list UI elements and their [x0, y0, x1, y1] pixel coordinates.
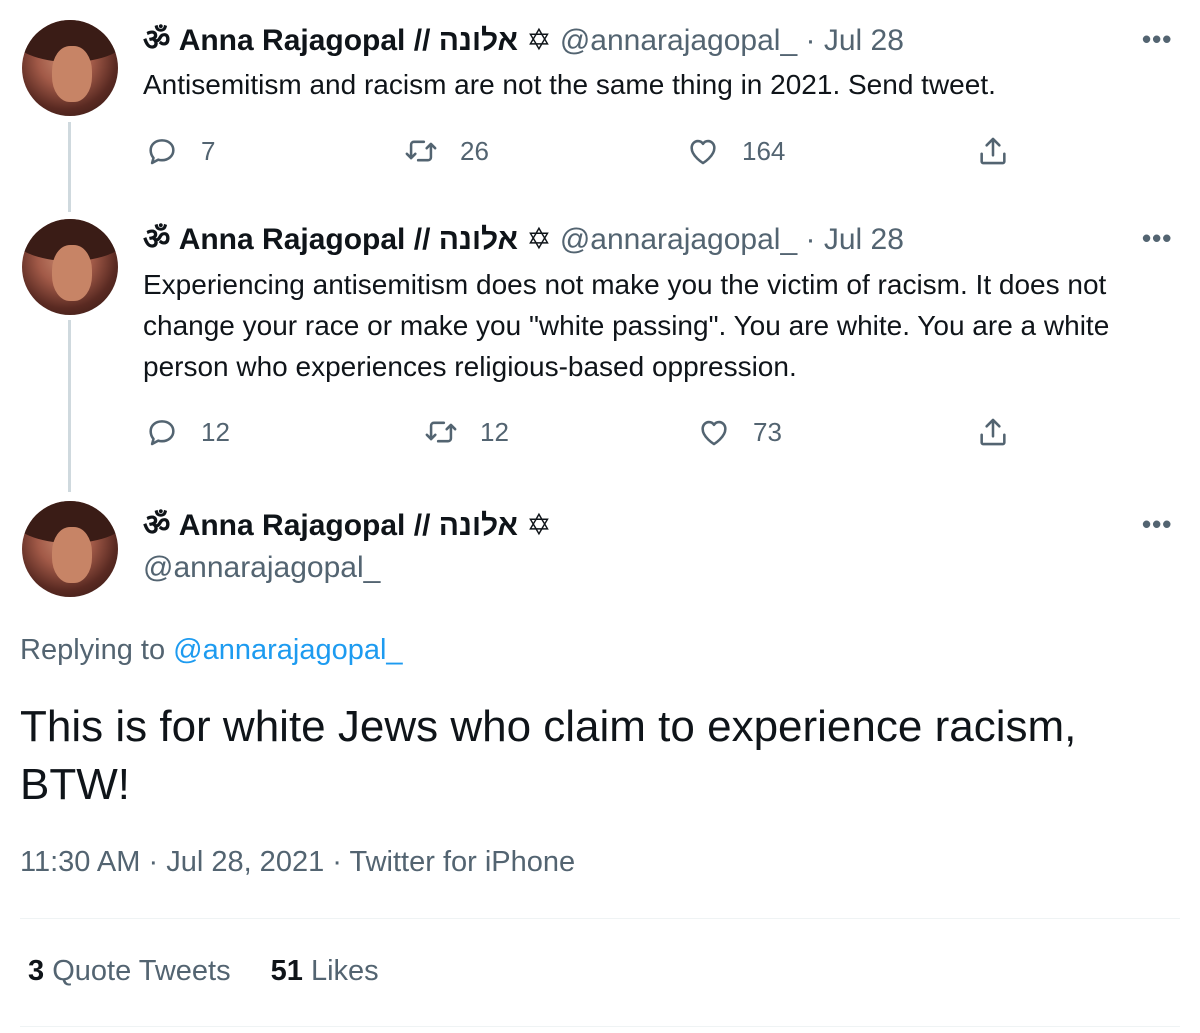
main-tweet-text: This is for white Jews who claim to expe…	[20, 702, 1077, 809]
more-icon[interactable]: •••	[1142, 509, 1172, 540]
user-handle[interactable]: @annarajagopal_	[560, 24, 797, 57]
avatar[interactable]	[22, 219, 118, 315]
like-count: 164	[742, 135, 786, 166]
reply-count: 12	[201, 416, 230, 447]
like-button[interactable]: 73	[697, 415, 782, 449]
tweet-source[interactable]: Twitter for iPhone	[349, 846, 575, 878]
divider	[20, 918, 1180, 919]
user-handle[interactable]: @annarajagopal_	[560, 223, 797, 256]
replying-handle-link[interactable]: @annarajagopal_	[173, 634, 402, 666]
thread-line	[68, 122, 71, 212]
reply-button[interactable]: 12	[145, 415, 230, 449]
more-icon[interactable]: •••	[1142, 223, 1172, 254]
separator: ·	[805, 223, 816, 256]
engagement-stats: 3 Quote Tweets 51 Likes	[28, 955, 379, 988]
share-icon	[980, 418, 1006, 446]
likes-count: 51	[270, 955, 303, 987]
retweet-count: 26	[460, 135, 489, 166]
like-icon	[701, 420, 727, 446]
quote-tweets-link[interactable]: 3 Quote Tweets	[28, 955, 231, 988]
reply-count: 7	[201, 135, 216, 166]
tweet-full-date[interactable]: Jul 28, 2021	[166, 846, 324, 878]
quote-count: 3	[28, 955, 45, 987]
replying-to: Replying to @annarajagopal_	[20, 634, 403, 667]
likes-label: Likes	[310, 955, 379, 987]
share-button[interactable]	[976, 134, 1032, 168]
separator: ·	[805, 24, 816, 57]
separator: ·	[332, 846, 342, 878]
reply-icon	[149, 420, 175, 446]
replying-label: Replying to	[20, 634, 166, 666]
avatar[interactable]	[22, 501, 118, 597]
tweet-header: ॐ Anna Rajagopal // אלונה ✡	[143, 507, 552, 545]
retweet-button[interactable]: 26	[404, 134, 489, 168]
tweet-header: ॐ Anna Rajagopal // אלונה ✡ @annarajagop…	[143, 22, 904, 60]
reply-button[interactable]: 7	[145, 134, 215, 168]
tweet-header: ॐ Anna Rajagopal // אלונה ✡ @annarajagop…	[143, 221, 904, 259]
thread-line	[68, 320, 71, 492]
retweet-icon	[425, 421, 457, 443]
tweet-meta: 11:30 AM · Jul 28, 2021 · Twitter for iP…	[20, 846, 575, 879]
share-icon	[980, 137, 1006, 165]
quote-label: Quote Tweets	[52, 955, 231, 987]
tweet-time[interactable]: 11:30 AM	[20, 846, 140, 878]
reply-icon	[149, 139, 175, 165]
tweet-text: Experiencing antisemitism does not make …	[143, 269, 1110, 382]
tweet-date[interactable]: Jul 28	[824, 223, 904, 256]
like-count: 73	[753, 416, 782, 447]
user-handle[interactable]: @annarajagopal_	[143, 549, 380, 587]
display-name[interactable]: ॐ Anna Rajagopal // אלונה ✡	[143, 509, 552, 542]
separator: ·	[148, 846, 159, 878]
like-button[interactable]: 164	[686, 134, 785, 168]
likes-link[interactable]: 51 Likes	[271, 955, 379, 988]
tweet-text: Antisemitism and racism are not the same…	[143, 69, 996, 100]
retweet-button[interactable]: 12	[424, 415, 509, 449]
divider	[20, 1026, 1180, 1027]
like-icon	[690, 139, 716, 165]
display-name[interactable]: ॐ Anna Rajagopal // אלונה ✡	[143, 24, 552, 57]
avatar[interactable]	[22, 20, 118, 116]
display-name[interactable]: ॐ Anna Rajagopal // אלונה ✡	[143, 223, 552, 256]
retweet-count: 12	[480, 416, 509, 447]
share-button[interactable]	[976, 415, 1032, 449]
more-icon[interactable]: •••	[1142, 24, 1172, 55]
tweet-date[interactable]: Jul 28	[824, 24, 904, 57]
retweet-icon	[405, 140, 437, 162]
